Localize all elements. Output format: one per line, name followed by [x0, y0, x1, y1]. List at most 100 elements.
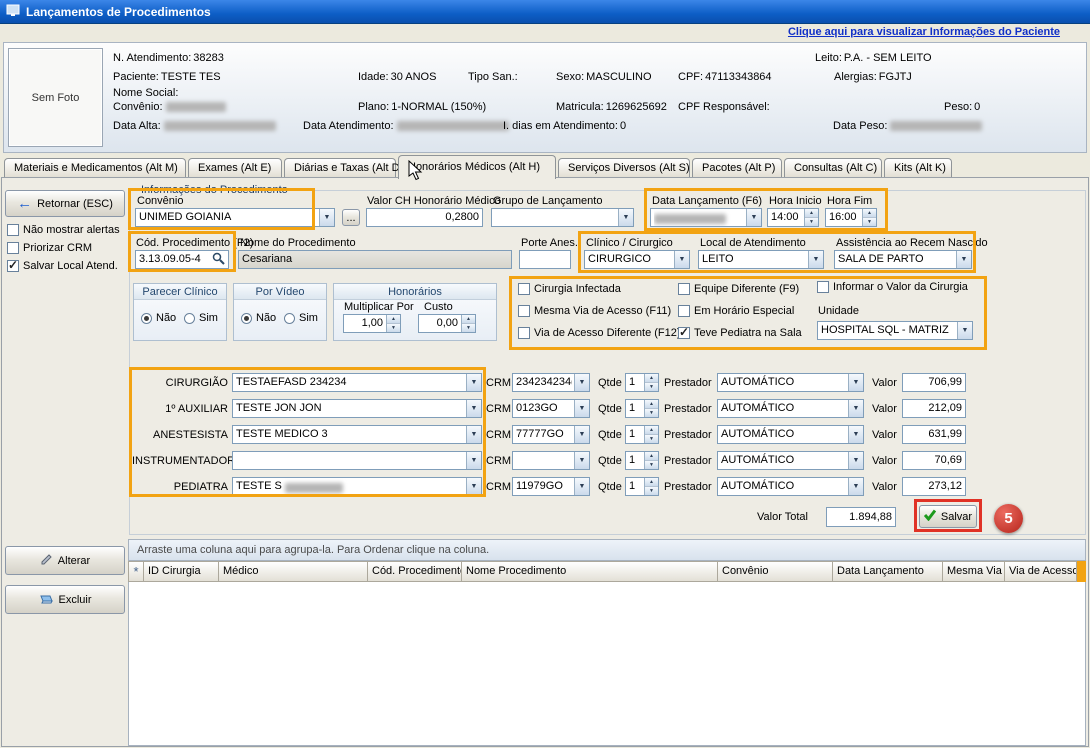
spin-buttons[interactable]: ▲▼	[644, 478, 658, 495]
excluir-button[interactable]: Excluir	[5, 585, 125, 614]
browse-button[interactable]: ...	[342, 209, 360, 226]
spin-buttons[interactable]: ▲▼	[461, 315, 475, 332]
valor-input[interactable]: 70,69	[902, 451, 966, 470]
qtde-spinner[interactable]: 1▲▼	[625, 425, 659, 444]
grid-data-area[interactable]	[128, 582, 1086, 746]
grid-col-convenio[interactable]: Convênio	[718, 561, 833, 582]
tab-honorarios[interactable]: Honorários Médicos (Alt H)	[398, 155, 556, 179]
prestador-label: Prestador	[664, 455, 712, 467]
qtde-label: Qtde	[598, 455, 622, 467]
crm-combo[interactable]: ▼	[512, 451, 590, 470]
spin-buttons[interactable]: ▲▼	[644, 452, 658, 469]
checkbox-informar-valor[interactable]: Informar o Valor da Cirurgia	[817, 281, 968, 293]
chevron-down-icon: ▼	[956, 251, 971, 268]
porte-anes-input[interactable]	[519, 250, 571, 269]
spin-buttons[interactable]: ▲▼	[644, 374, 658, 391]
chevron-down-icon: ▼	[848, 374, 863, 391]
checkbox-equipe-diferente[interactable]: Equipe Diferente (F9)	[678, 283, 799, 295]
grupo-lancamento-combo[interactable]: ▼	[491, 208, 634, 227]
valor-input[interactable]: 212,09	[902, 399, 966, 418]
spin-buttons[interactable]: ▲▼	[644, 426, 658, 443]
tab-diarias[interactable]: Diárias e Taxas (Alt D)	[284, 158, 396, 178]
grid-col-data-lancamento[interactable]: Data Lançamento	[833, 561, 943, 582]
tab-materiais[interactable]: Materiais e Medicamentos (Alt M)	[4, 158, 186, 178]
checkbox-nao-mostrar-alertas[interactable]: Não mostrar alertas	[7, 224, 120, 236]
parecer-nao-radio[interactable]: Não	[141, 312, 176, 324]
valor-ch-input[interactable]: 0,2800	[366, 208, 483, 227]
patient-info-link[interactable]: Clique aqui para visualizar Informações …	[788, 26, 1060, 38]
grid-col-mesma-via[interactable]: Mesma Via (	[943, 561, 1005, 582]
crm-combo[interactable]: 0123GO▼	[512, 399, 590, 418]
valor-input[interactable]: 273,12	[902, 477, 966, 496]
custo-spinner[interactable]: 0,00 ▲▼	[418, 314, 476, 333]
qtde-label: Qtde	[598, 429, 622, 441]
grid-group-band[interactable]: Arraste uma coluna aqui para agrupa-la. …	[128, 539, 1086, 561]
valor-label: Valor	[872, 403, 897, 415]
spin-buttons[interactable]: ▲▼	[386, 315, 400, 332]
qtde-spinner[interactable]: 1▲▼	[625, 373, 659, 392]
search-icon[interactable]	[212, 252, 225, 268]
field-sexo: Sexo:MASCULINO	[556, 71, 652, 83]
medico-combo[interactable]: TESTE MEDICO 3▼	[232, 425, 482, 444]
field-atendimento: N. Atendimento:38283	[113, 52, 224, 64]
crm-label: CRM	[486, 377, 511, 389]
prestador-combo[interactable]: AUTOMÁTICO▼	[717, 425, 864, 444]
tab-exames[interactable]: Exames (Alt E)	[188, 158, 282, 178]
tab-consultas[interactable]: Consultas (Alt C)	[784, 158, 882, 178]
checkbox-salvar-local-atend[interactable]: Salvar Local Atend.	[7, 260, 118, 272]
salvar-button[interactable]: Salvar	[919, 505, 977, 528]
grid-col-nome-procedimento[interactable]: Nome Procedimento	[462, 561, 718, 582]
chevron-down-icon: ▼	[466, 374, 481, 391]
prestador-combo[interactable]: AUTOMÁTICO▼	[717, 477, 864, 496]
spin-buttons[interactable]: ▲▼	[644, 400, 658, 417]
grid-col-via-acesso[interactable]: Via de Acesso	[1005, 561, 1077, 582]
video-nao-radio[interactable]: Não	[241, 312, 276, 324]
prestador-combo[interactable]: AUTOMÁTICO▼	[717, 373, 864, 392]
checkbox-teve-pediatra[interactable]: Teve Pediatra na Sala	[678, 327, 802, 339]
chevron-down-icon: ▼	[466, 400, 481, 417]
qtde-spinner[interactable]: 1▲▼	[625, 451, 659, 470]
retornar-button[interactable]: ← Retornar (ESC)	[5, 190, 125, 217]
tab-servicos[interactable]: Serviços Diversos (Alt S)	[558, 158, 690, 178]
hora-fim-spinner[interactable]: 16:00 ▲▼	[825, 208, 877, 227]
checkbox-via-diferente[interactable]: Via de Acesso Diferente (F12)	[518, 327, 681, 339]
crm-label: CRM	[486, 429, 511, 441]
medico-combo[interactable]: TESTE JON JON▼	[232, 399, 482, 418]
prestador-combo[interactable]: AUTOMÁTICO▼	[717, 451, 864, 470]
medico-combo[interactable]: TESTE S ▼	[232, 477, 482, 496]
multiplicar-spinner[interactable]: 1,00 ▲▼	[343, 314, 401, 333]
medico-combo[interactable]: TESTAEFASD 234234▼	[232, 373, 482, 392]
hora-inicio-spinner[interactable]: 14:00 ▲▼	[767, 208, 819, 227]
checkbox-horario-especial[interactable]: Em Horário Especial	[678, 305, 794, 317]
tab-pacotes[interactable]: Pacotes (Alt P)	[692, 158, 782, 178]
parecer-sim-radio[interactable]: Sim	[184, 312, 218, 324]
clinico-cirurgico-combo[interactable]: CIRURGICO▼	[584, 250, 690, 269]
valor-input[interactable]: 706,99	[902, 373, 966, 392]
qtde-spinner[interactable]: 1▲▼	[625, 477, 659, 496]
checkbox-mesma-via[interactable]: Mesma Via de Acesso (F11)	[518, 305, 671, 317]
grid-scrollbar-highlight[interactable]	[1077, 561, 1086, 582]
medico-combo[interactable]: ▼	[232, 451, 482, 470]
grid-col-cod-procedimento[interactable]: Cód. Procedimento	[368, 561, 462, 582]
video-sim-radio[interactable]: Sim	[284, 312, 318, 324]
assistencia-combo[interactable]: SALA DE PARTO▼	[834, 250, 972, 269]
checkbox-priorizar-crm[interactable]: Priorizar CRM	[7, 242, 92, 254]
grid-col-medico[interactable]: Médico	[219, 561, 368, 582]
convenio-combo[interactable]: UNIMED GOIANIA▼	[135, 208, 335, 227]
spin-buttons[interactable]: ▲▼	[804, 209, 818, 226]
data-lancamento-combo[interactable]: ▼	[650, 208, 762, 227]
crm-combo[interactable]: 77777GO▼	[512, 425, 590, 444]
alterar-button[interactable]: Alterar	[5, 546, 125, 575]
qtde-spinner[interactable]: 1▲▼	[625, 399, 659, 418]
prestador-combo[interactable]: AUTOMÁTICO▼	[717, 399, 864, 418]
grid-col-id-cirurgia[interactable]: ID Cirurgia	[144, 561, 219, 582]
checkbox-cirurgia-infectada[interactable]: Cirurgia Infectada	[518, 283, 621, 295]
role-label: ANESTESISTA	[132, 429, 228, 441]
tab-kits[interactable]: Kits (Alt K)	[884, 158, 952, 178]
local-atendimento-combo[interactable]: LEITO▼	[698, 250, 824, 269]
valor-input[interactable]: 631,99	[902, 425, 966, 444]
unidade-combo[interactable]: HOSPITAL SQL - MATRIZ▼	[817, 321, 973, 340]
crm-combo[interactable]: 11979GO▼	[512, 477, 590, 496]
crm-combo[interactable]: 234234234(▼	[512, 373, 590, 392]
spin-buttons[interactable]: ▲▼	[862, 209, 876, 226]
